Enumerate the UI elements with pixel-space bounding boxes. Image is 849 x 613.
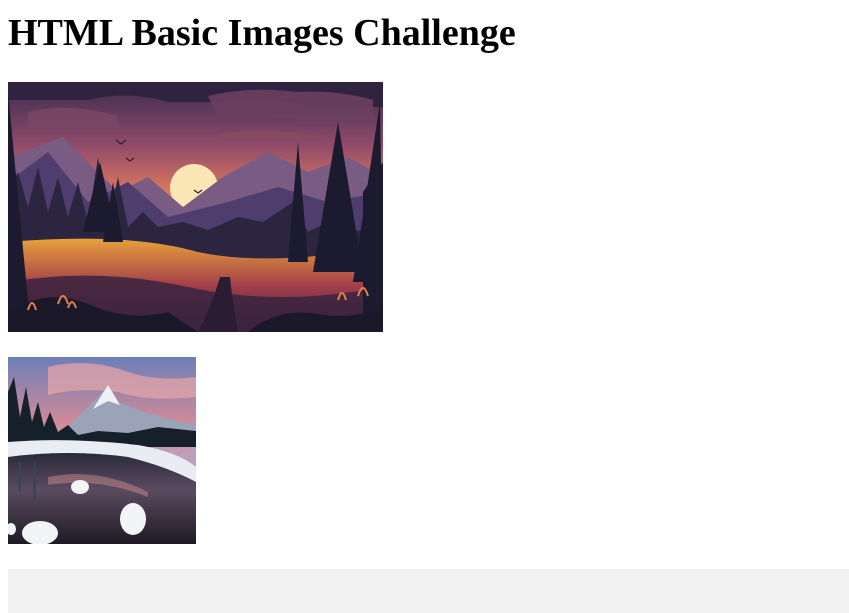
mountain-lake-image	[8, 357, 196, 544]
footer-bar	[8, 569, 849, 613]
sunset-landscape-image	[8, 82, 383, 332]
page-title: HTML Basic Images Challenge	[8, 12, 516, 54]
